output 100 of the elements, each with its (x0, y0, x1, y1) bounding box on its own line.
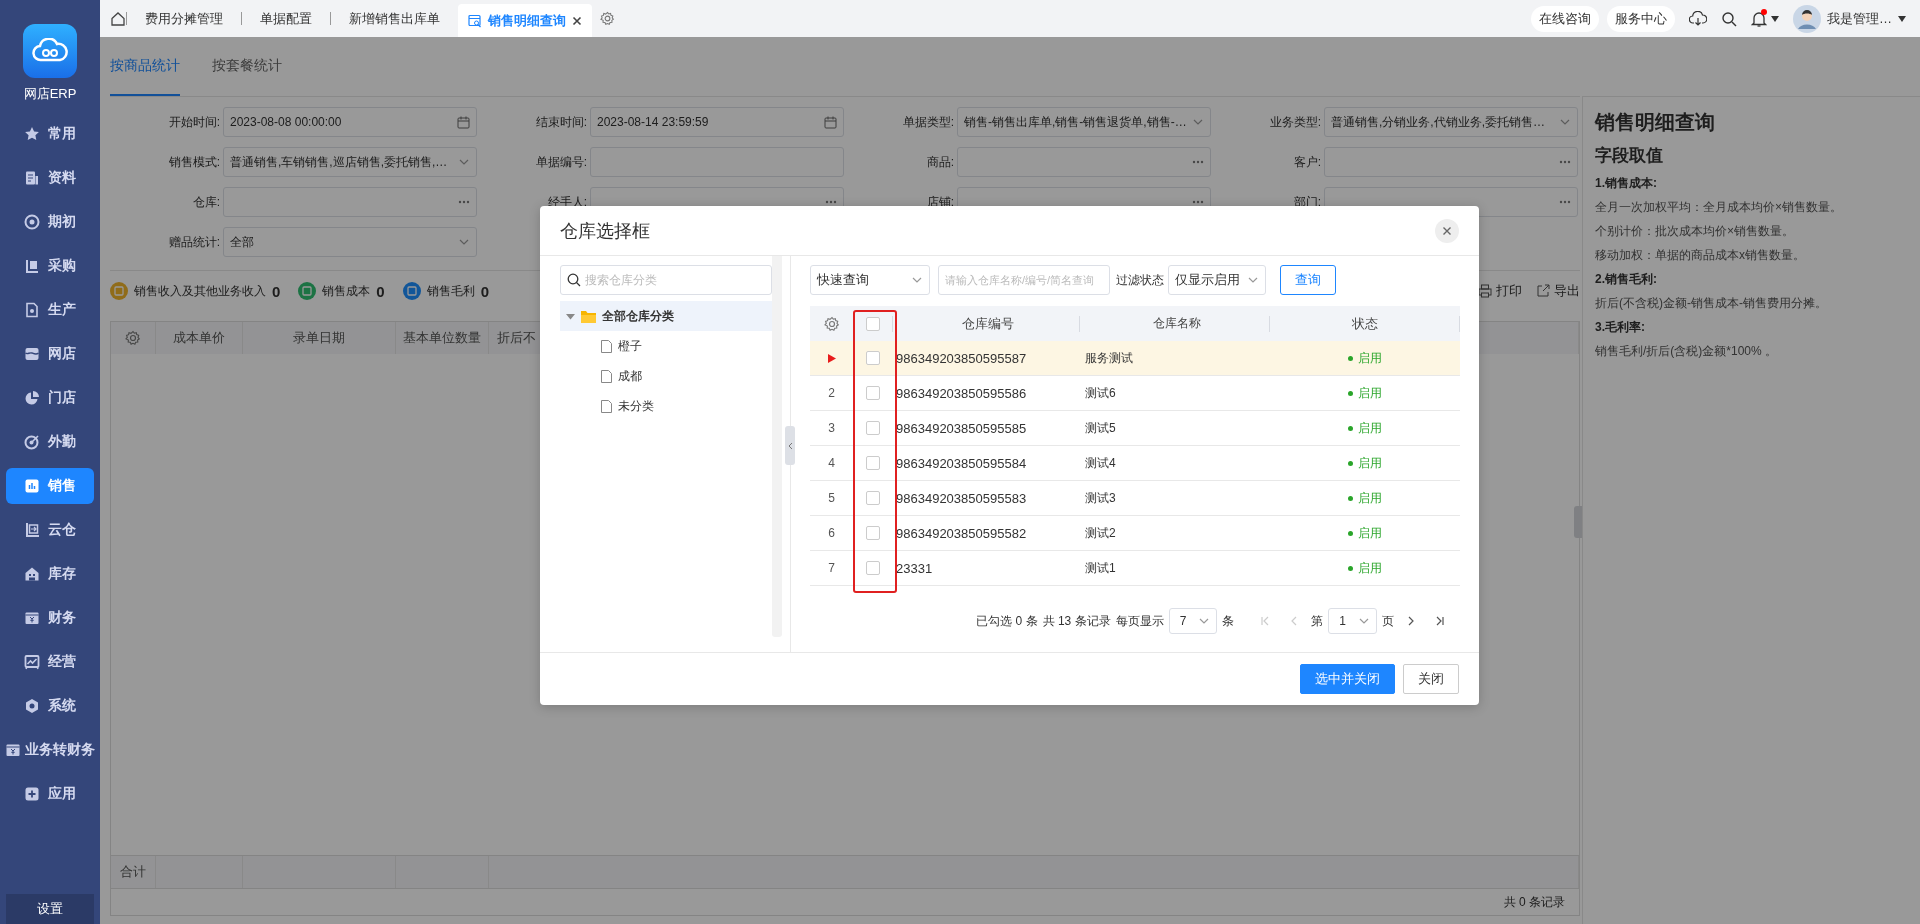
date-field[interactable]: 2023-08-14 23:59:59 (590, 107, 844, 137)
page-tab[interactable]: 销售明细查询 (458, 4, 592, 37)
total-label: 合计 (111, 856, 156, 888)
sidebar-item[interactable]: 期初 (6, 204, 94, 240)
sidebar-item[interactable]: 云仓 (6, 512, 94, 548)
field-label: 赠品统计: (167, 233, 221, 251)
table-cell: 986349203850595584 (896, 455, 1027, 471)
column-header: 仓库编号 (893, 315, 1080, 332)
table-row[interactable]: 3 986349203850595585 测试5 启用 (810, 411, 1460, 446)
service-link-button[interactable]: 服务中心 (1607, 5, 1675, 32)
confirm-button[interactable]: 选中并关闭 (1300, 664, 1395, 694)
sidebar-item[interactable]: 资料 (6, 160, 94, 196)
summary-value: 0 (376, 282, 385, 300)
selection-count: 已勾选 0 条 (976, 612, 1038, 630)
sidebar-item[interactable]: 系统 (6, 688, 94, 724)
field-label: 结束时间: (534, 113, 588, 131)
field-label: 销售模式: (167, 153, 221, 171)
table-row[interactable]: 986349203850595587 服务测试 启用 (810, 341, 1460, 376)
table-row[interactable]: 6 986349203850595582 测试2 启用 (810, 516, 1460, 551)
user-name[interactable]: 我是管理… (1827, 9, 1892, 28)
field-label: 单据类型: (901, 113, 955, 131)
cancel-button[interactable]: 关闭 (1403, 664, 1459, 694)
summary-label: 销售毛利 (426, 282, 475, 300)
page-tab[interactable]: 费用分摊管理 (127, 0, 241, 37)
page-tab[interactable]: 新增销售出库单 (331, 0, 458, 37)
tree-item[interactable]: 成都 (560, 361, 772, 391)
column-header: 状态 (1270, 315, 1460, 332)
summary-label: 销售收入及其他业务收入 (134, 282, 266, 300)
page-size-label: 每页显示 (1115, 612, 1164, 630)
status-label: 启用 (1348, 489, 1382, 507)
row-number: 5 (828, 491, 835, 505)
sidebar-item[interactable]: 常用 (6, 116, 94, 152)
field-label: 业务类型: (1268, 113, 1322, 131)
service-link-button[interactable]: 在线咨询 (1531, 5, 1599, 32)
column-header: 仓库名称 (1080, 315, 1270, 332)
field-label: 单据编号: (534, 153, 588, 171)
filter-label: 过滤状态 (1116, 271, 1164, 289)
sidebar-item[interactable]: 采购 (6, 248, 94, 284)
page-prefix: 第 (1311, 612, 1324, 630)
date-field[interactable]: 2023-08-08 00:00:00 (223, 107, 477, 137)
dialog-title: 仓库选择框 (560, 219, 650, 243)
table-cell: 测试1 (1085, 559, 1116, 577)
summary-value: 0 (272, 282, 281, 300)
sidebar-item[interactable]: 经营 (6, 644, 94, 680)
sidebar-item[interactable]: 应用 (6, 776, 94, 812)
page-size-dropdown[interactable]: 7 (1168, 608, 1218, 634)
query-mode-dropdown[interactable]: 快速查询 (810, 265, 930, 295)
sidebar-item[interactable]: 网店 (6, 336, 94, 372)
table-cell: 测试2 (1085, 524, 1116, 542)
print-button[interactable]: 打印 (1478, 282, 1522, 300)
row-number: 2 (828, 386, 835, 400)
status-label: 启用 (1348, 454, 1382, 472)
table-cell: 测试5 (1085, 419, 1116, 437)
sidebar-item[interactable]: 销售 (6, 468, 94, 504)
field-label: 客户: (1292, 153, 1322, 171)
table-cell: 986349203850595583 (896, 490, 1027, 506)
dropdown-field[interactable]: 普通销售,车销销售,巡店销售,委托销售,… (223, 147, 477, 177)
summary-value: 0 (480, 282, 490, 300)
table-cell: 986349203850595585 (896, 420, 1027, 436)
sidebar-item[interactable]: 外勤 (6, 424, 94, 460)
table-cell: 测试4 (1085, 454, 1116, 472)
help-heading: 2.销售毛利: (1595, 271, 1658, 288)
page-number-dropdown[interactable]: 1 (1328, 608, 1377, 634)
table-cell: 23331 (896, 560, 933, 576)
view-tab[interactable]: 按套餐统计 (212, 37, 282, 96)
table-row[interactable]: 4 986349203850595584 测试4 启用 (810, 446, 1460, 481)
column-header: 成本单价 (156, 322, 243, 354)
status-label: 启用 (1348, 559, 1382, 577)
field-label: 商品: (925, 153, 955, 171)
status-label: 启用 (1348, 384, 1382, 402)
column-header: 录单日期 (243, 322, 396, 354)
record-count: 共 0 条记录 (1503, 893, 1565, 911)
table-row[interactable]: 7 23331 测试1 启用 (810, 551, 1460, 586)
tree-item[interactable]: 全部仓库分类 (560, 301, 772, 331)
help-text: 个别计价：批次成本均价×销售数量。 (1595, 223, 1795, 240)
help-text: 全月一次加权平均：全月成本均价×销售数量。 (1595, 199, 1843, 216)
tree-item[interactable]: 未分类 (560, 391, 772, 421)
app-name: 网店ERP (23, 85, 77, 103)
sidebar-item[interactable]: 业务转财务 (0, 732, 100, 768)
help-title: 销售明细查询 (1595, 110, 1716, 135)
help-heading: 3.毛利率: (1595, 319, 1646, 336)
dropdown-field[interactable]: 普通销售,分销业务,代销业务,委托销售… (1324, 107, 1578, 137)
settings-button[interactable]: 设置 (6, 894, 94, 924)
table-cell: 测试3 (1085, 489, 1116, 507)
export-button[interactable]: 导出 (1536, 282, 1580, 300)
sidebar-item[interactable]: 生产 (6, 292, 94, 328)
table-row[interactable]: 5 986349203850595583 测试3 启用 (810, 481, 1460, 516)
row-number: 6 (828, 526, 835, 540)
sidebar-item[interactable]: 财务 (6, 600, 94, 636)
field-label: 仓库: (191, 193, 221, 211)
table-row[interactable]: 2 986349203850595586 测试6 启用 (810, 376, 1460, 411)
dropdown-field[interactable]: 全部 (223, 227, 477, 257)
field-label: 开始时间: (167, 113, 221, 131)
dropdown-field[interactable]: 销售-销售出库单,销售-销售退货单,销售-… (957, 107, 1211, 137)
sidebar-item[interactable]: 门店 (6, 380, 94, 416)
query-button[interactable]: 查询 (1280, 265, 1336, 295)
row-number: 7 (828, 561, 835, 575)
page-tab[interactable]: 单据配置 (242, 0, 330, 37)
sidebar-item[interactable]: 库存 (6, 556, 94, 592)
status-filter-dropdown[interactable]: 仅显示启用 (1168, 265, 1266, 295)
